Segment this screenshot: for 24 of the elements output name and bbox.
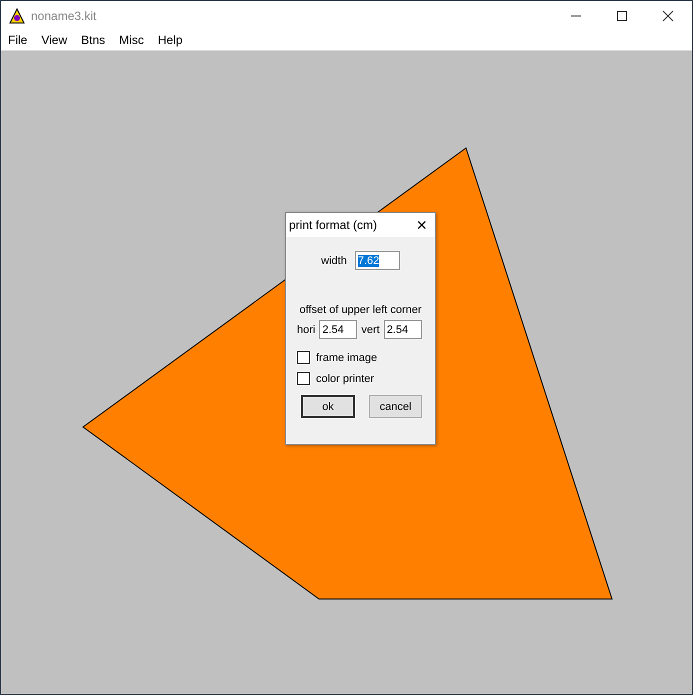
offset-field[interactable]: 2.54 <box>384 320 422 339</box>
cancel-button[interactable]: cancel <box>369 395 422 418</box>
menu-item[interactable]: File <box>8 33 28 47</box>
app-icon <box>9 8 25 24</box>
ok-button[interactable]: ok <box>301 395 355 418</box>
menu-item[interactable]: Btns <box>81 33 106 47</box>
checkbox[interactable] <box>297 372 310 385</box>
offset-label: vert <box>361 324 380 336</box>
maximize-icon[interactable] <box>616 10 628 22</box>
width-label: width <box>321 254 347 266</box>
checkbox[interactable] <box>297 351 310 364</box>
menu-item[interactable]: View <box>41 33 68 47</box>
offset-heading: offset of upper left corner <box>298 304 423 316</box>
checkbox-label: frame image <box>316 352 378 364</box>
window-title: noname3.kit <box>31 8 96 22</box>
close-icon[interactable] <box>662 10 674 22</box>
offset-label: hori <box>297 324 316 336</box>
dialog-title: print format (cm) <box>289 218 378 232</box>
menu-item[interactable]: Help <box>158 33 183 47</box>
menu-item[interactable]: Misc <box>119 33 144 47</box>
checkbox-label: color printer <box>316 372 374 384</box>
offset-field[interactable]: 2.54 <box>319 320 358 339</box>
width-field[interactable]: 7.62 <box>354 251 400 270</box>
close-button[interactable]: × <box>416 214 427 236</box>
